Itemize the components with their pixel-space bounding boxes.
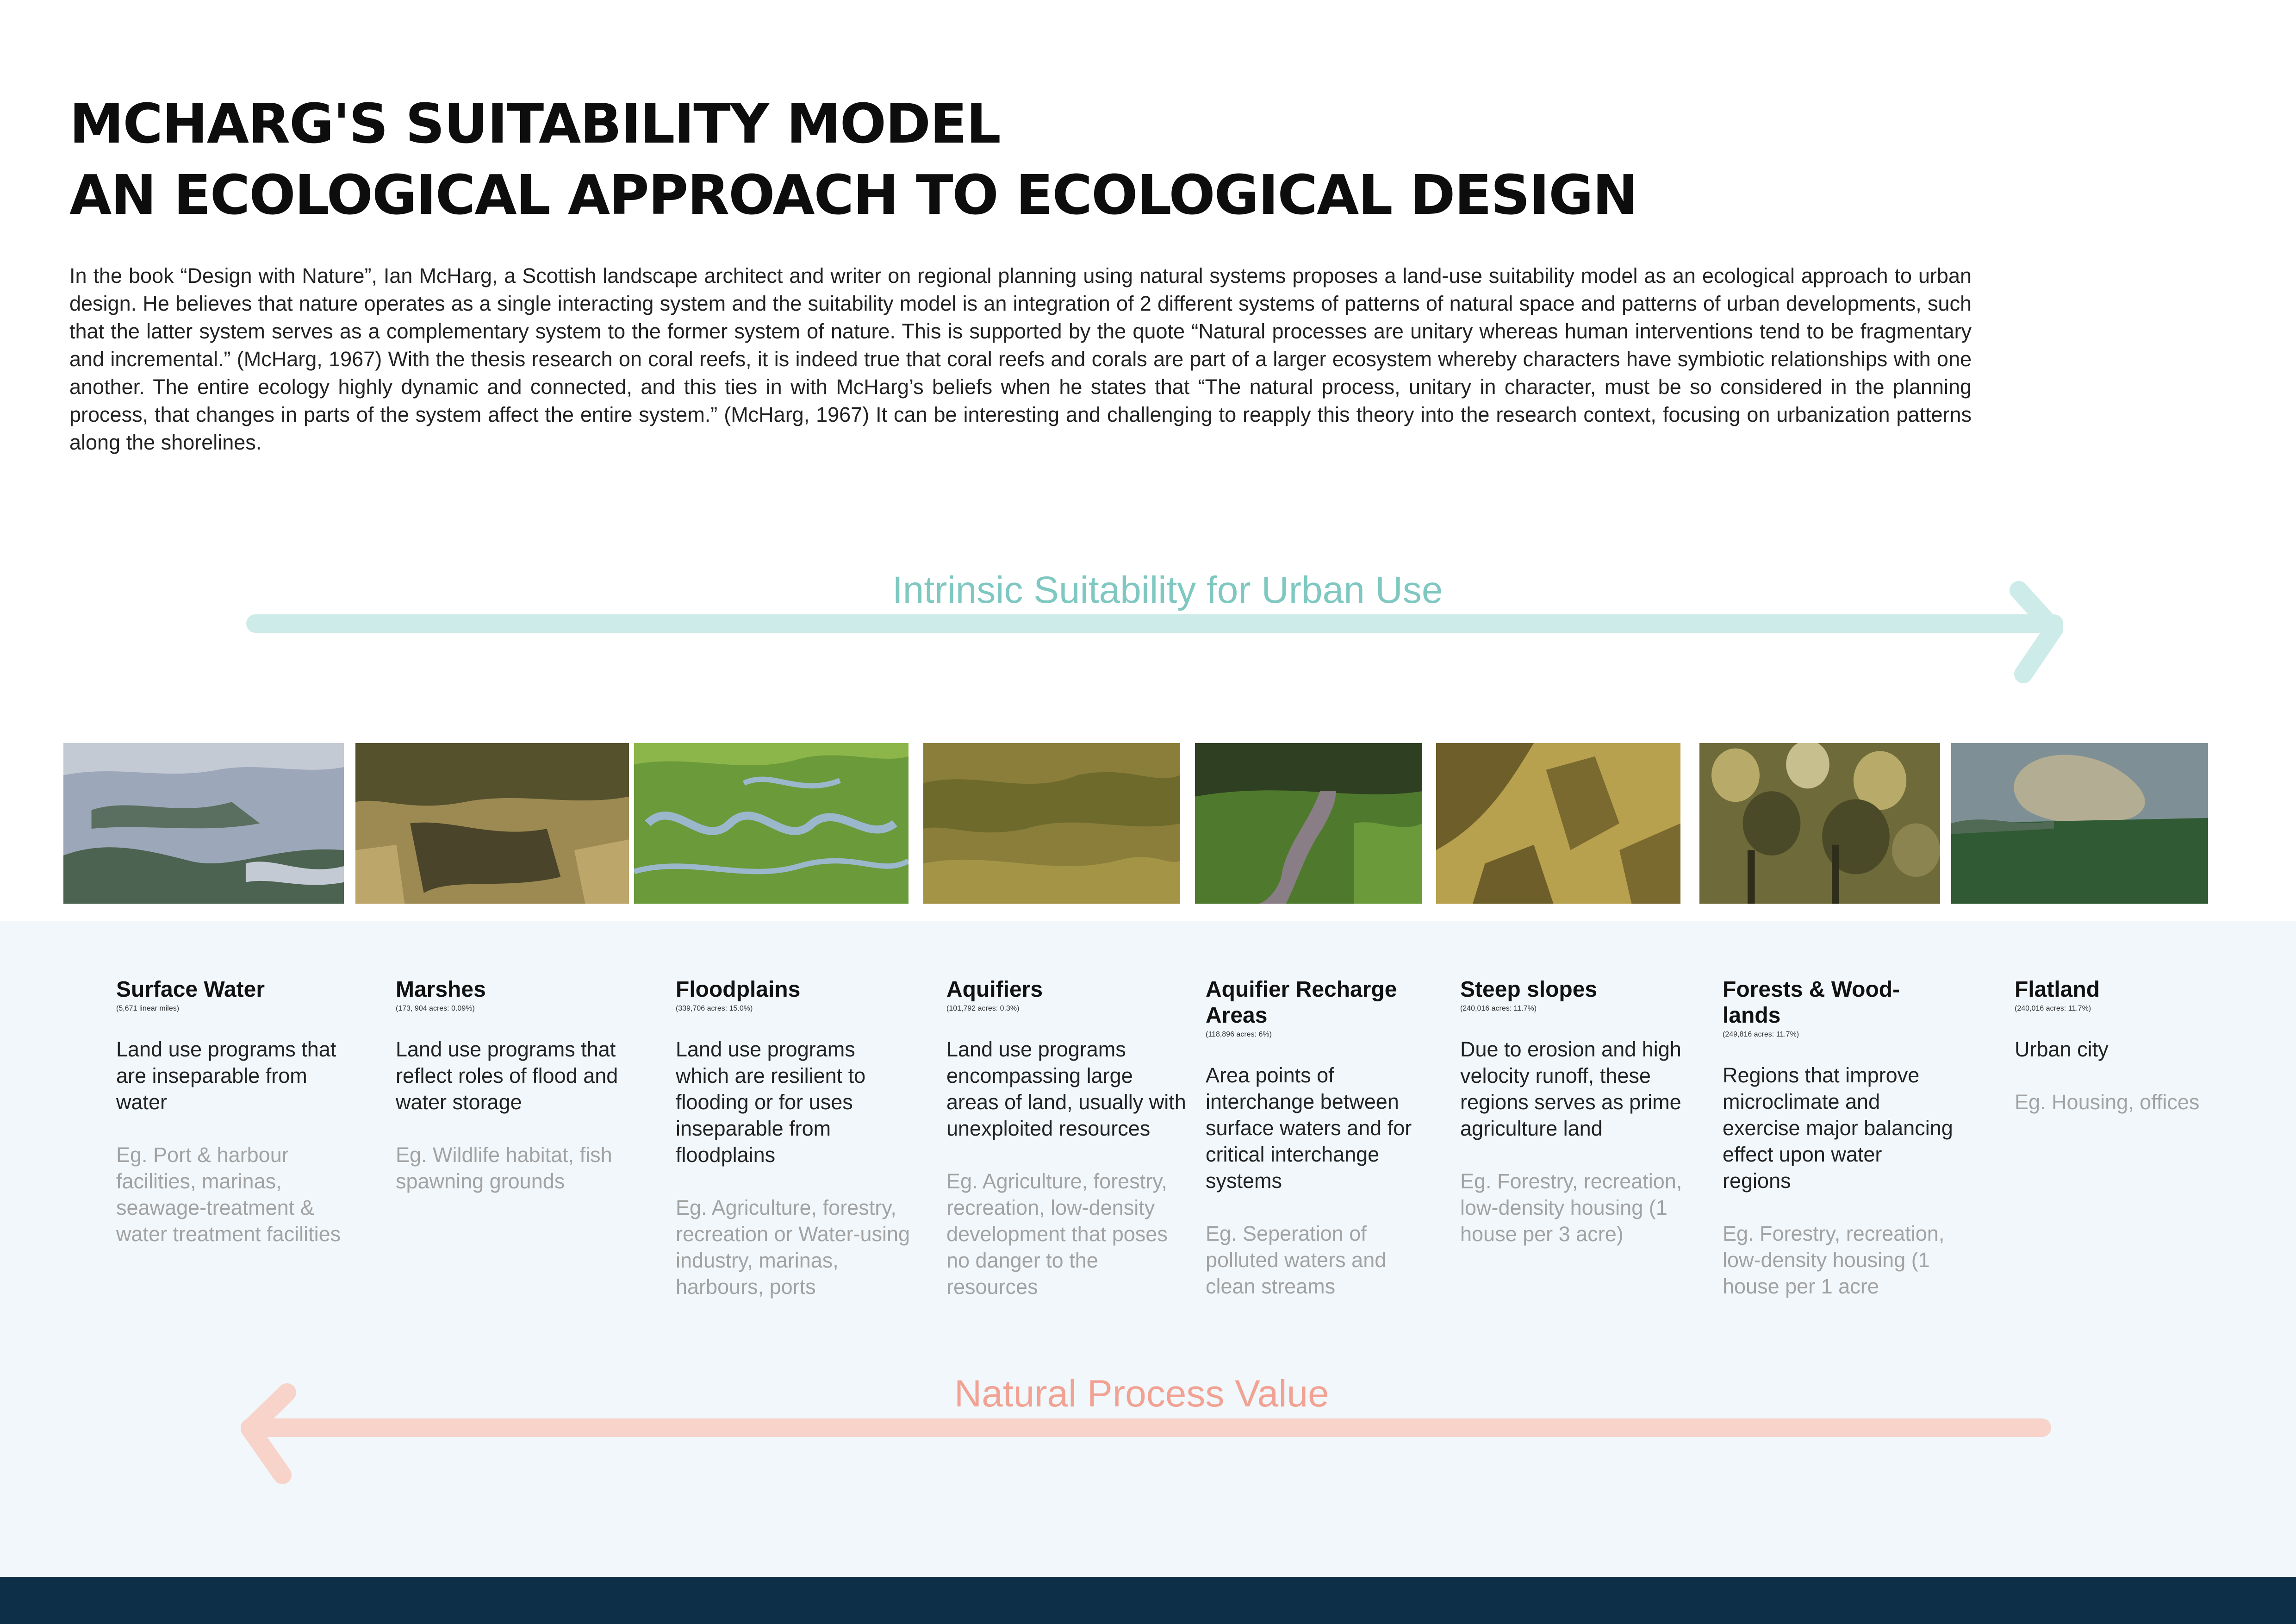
flatland-image (1951, 743, 2208, 904)
category-stat: (173, 904 acres: 0.09%) (396, 1005, 475, 1012)
category-title: Floodplains (676, 977, 801, 1002)
category-title: Aquifiers (946, 977, 1043, 1002)
forests-woodlands-image (1699, 743, 1940, 904)
category-example: Eg. Port & harbour facilities, marinas, … (116, 1143, 341, 1246)
category-stat: (339,706 acres: 15.0%) (676, 1005, 753, 1012)
category-description: Due to erosion and high velocity runoff,… (1460, 1037, 1681, 1140)
floodplains-image (634, 743, 908, 904)
urban-suitability-label: Intrinsic Suitability for Urban Use (892, 569, 1443, 611)
category-description: Land use programs encompassing large are… (946, 1037, 1186, 1140)
marshes-image (355, 743, 629, 904)
category-example: Eg. Forestry, recreation, low-density ho… (1723, 1222, 1945, 1298)
category-surface-water: Surface Water (5,671 linear miles) Land … (116, 977, 357, 1247)
category-aquifiers: Aquifiers (101,792 acres: 0.3%) Land use… (946, 977, 1187, 1300)
category-example: Eg. Housing, offices (2015, 1090, 2200, 1114)
category-stat: (118,896 acres: 6%) (1206, 1031, 1272, 1038)
natural-process-label: Natural Process Value (954, 1373, 1329, 1415)
category-title: Forests & Wood-lands (1723, 977, 1900, 1028)
category-example: Eg. Agriculture, forestry, recreation, l… (946, 1169, 1168, 1299)
steep-slopes-image (1436, 743, 1680, 904)
category-description: Area points of interchange between surfa… (1206, 1063, 1412, 1193)
category-description: Regions that improve microclimate and ex… (1723, 1063, 1953, 1193)
aquifier-recharge-image (1195, 743, 1422, 904)
category-stat: (249,816 acres: 11.7%) (1723, 1031, 1799, 1038)
category-description: Land use programs that reflect roles of … (396, 1037, 618, 1114)
category-flatland: Flatland (240,016 acres: 11.7%) Urban ci… (2015, 977, 2255, 1115)
category-aquifier-recharge: Aquifier Recharge Areas (118,896 acres: … (1206, 977, 1437, 1299)
aquifiers-image (923, 743, 1180, 904)
category-stat: (240,016 acres: 11.7%) (1460, 1005, 1537, 1012)
category-description: Land use programs that are inseparable f… (116, 1037, 336, 1114)
category-description: Urban city (2015, 1037, 2109, 1061)
category-stat: (101,792 acres: 0.3%) (946, 1005, 1020, 1012)
category-title: Steep slopes (1460, 977, 1598, 1002)
surface-water-image (63, 743, 344, 904)
category-marshes: Marshes (173, 904 acres: 0.09%) Land use… (396, 977, 636, 1194)
category-title: Marshes (396, 977, 486, 1002)
category-example: Eg. Agriculture, forestry, recreation or… (676, 1196, 910, 1299)
category-description: Land use programs which are resilient to… (676, 1037, 866, 1167)
category-title: Aquifier Recharge Areas (1206, 977, 1397, 1028)
category-example: Eg. Wildlife habitat, fish spawning grou… (396, 1143, 612, 1193)
category-steep-slopes: Steep slopes (240,016 acres: 11.7%) Due … (1460, 977, 1701, 1247)
category-forests-woodlands: Forests & Wood-lands (249,816 acres: 11.… (1723, 977, 1954, 1299)
category-title: Flatland (2015, 977, 2100, 1002)
category-example: Eg. Forestry, recreation, low-density ho… (1460, 1169, 1682, 1246)
category-stat: (5,671 linear miles) (116, 1005, 180, 1012)
category-title: Surface Water (116, 977, 265, 1002)
category-floodplains: Floodplains (339,706 acres: 15.0%) Land … (676, 977, 912, 1300)
category-stat: (240,016 acres: 11.7%) (2015, 1005, 2091, 1012)
category-example: Eg. Seperation of polluted waters and cl… (1206, 1222, 1387, 1298)
